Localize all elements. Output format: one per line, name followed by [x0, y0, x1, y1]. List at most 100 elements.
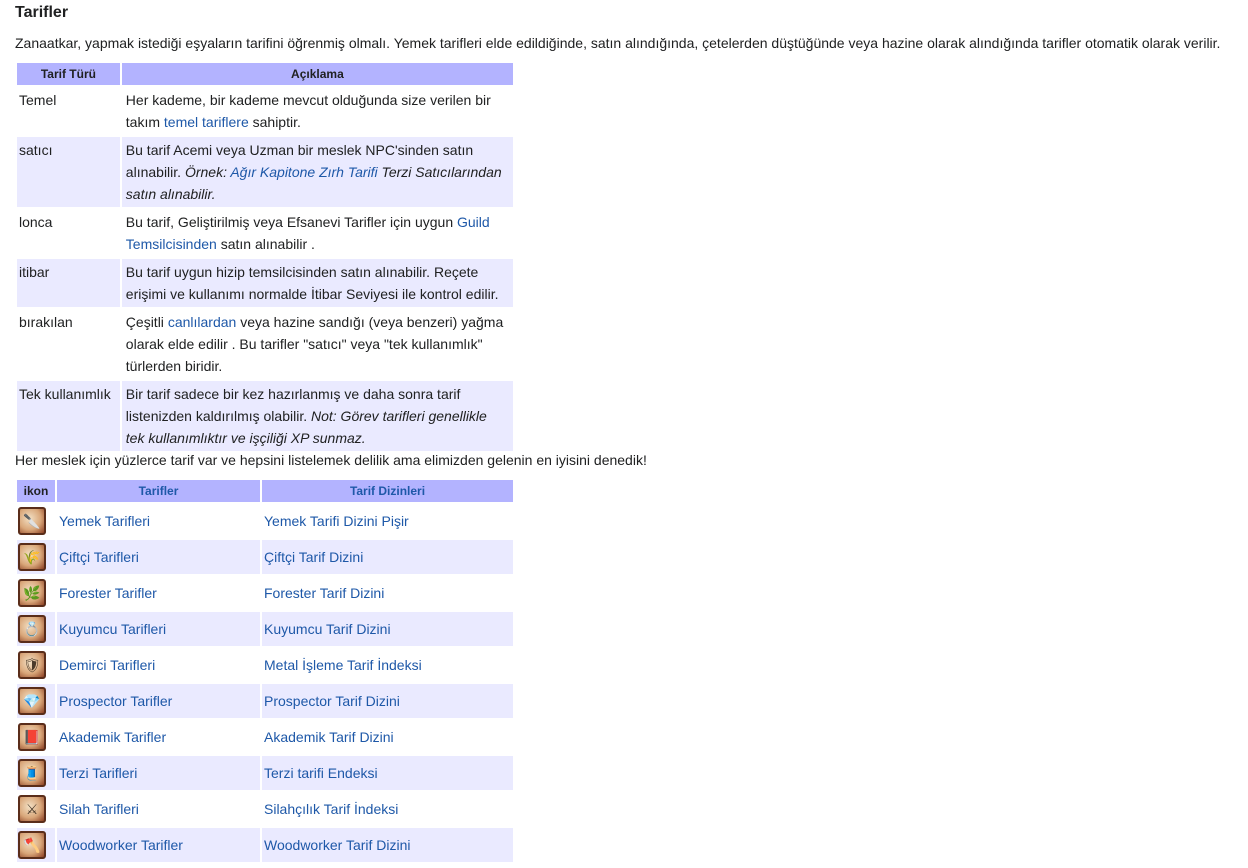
table-row: 🛡 Demirci Tarifleri Metal İşleme Tarif İnd…	[17, 648, 513, 682]
icon-cell: 💎	[17, 684, 55, 718]
recipe-cell: Yemek Tarifleri	[57, 504, 260, 538]
header-recipe-indexes[interactable]: Tarif Dizinleri	[262, 480, 513, 502]
page: Tarifler Zanaatkar, yapmak istediği eşya…	[0, 0, 1248, 862]
recipe-cell: Akademik Tarifler	[57, 720, 260, 754]
creatures-link[interactable]: canlılardan	[168, 314, 237, 330]
index-cell: Woodworker Tarif Dizini	[262, 828, 513, 862]
recipe-link[interactable]: Yemek Tarifleri	[59, 513, 150, 529]
index-cell: Çiftçi Tarif Dizini	[262, 540, 513, 574]
recipe-link[interactable]: Forester Tarifler	[59, 585, 157, 601]
recipe-cell: Prospector Tarifler	[57, 684, 260, 718]
icon-cell: 🔪	[17, 504, 55, 538]
icon-cell: 🌿	[17, 576, 55, 610]
example-label: Örnek:	[184, 164, 231, 180]
icon-cell: 💍	[17, 612, 55, 646]
table-row: 💎 Prospector Tarifler Prospector Tarif Diz…	[17, 684, 513, 718]
farming-icon[interactable]: 🌾	[18, 543, 46, 571]
description-cell: Her kademe, bir kademe mevcut olduğunda …	[122, 87, 513, 135]
index-cell: Prospector Tarif Dizini	[262, 684, 513, 718]
recipe-link[interactable]: Demirci Tarifleri	[59, 657, 155, 673]
table-row: satıcı Bu tarif Acemi veya Uzman bir mes…	[17, 137, 513, 207]
note-paragraph: Her meslek için yüzlerce tarif var ve he…	[15, 452, 647, 468]
recipe-index-link[interactable]: Silahçılık Tarif İndeksi	[264, 801, 398, 817]
table-row: Tek kullanımlık Bir tarif sadece bir kez…	[17, 381, 513, 451]
recipe-cell: Forester Tarifler	[57, 576, 260, 610]
table-row: 🌿 Forester Tarifler Forester Tarif Dizini	[17, 576, 513, 610]
heavy-quilted-armor-recipe-link[interactable]: Ağır Kapitone Zırh Tarifi	[230, 164, 377, 180]
recipe-type-cell: lonca	[19, 214, 53, 230]
recipe-index-link[interactable]: Forester Tarif Dizini	[264, 585, 384, 601]
woodworker-icon[interactable]: 🪓	[18, 831, 46, 859]
directory-rows: 🔪 Yemek Tarifleri Yemek Tarifi Dizini Pişi…	[17, 504, 513, 862]
icon-cell: 🛡	[17, 648, 55, 682]
recipe-type-cell: Tek kullanımlık	[17, 381, 120, 451]
scholar-icon[interactable]: 📕	[18, 723, 46, 751]
header-recipes[interactable]: Tarifler	[57, 480, 260, 502]
recipe-index-link[interactable]: Terzi tarifi Endeksi	[264, 765, 378, 781]
weapon-icon[interactable]: ⚔	[18, 795, 46, 823]
basic-recipes-link[interactable]: temel tariflere	[164, 114, 249, 130]
description-text: Bu tarif, Geliştirilmiş veya Efsanevi Ta…	[125, 214, 457, 230]
recipe-link[interactable]: Silah Tarifleri	[59, 801, 139, 817]
description-cell: Bir tarif sadece bir kez hazırlanmış ve …	[121, 381, 513, 451]
recipe-link[interactable]: Terzi Tarifleri	[59, 765, 137, 781]
prospector-icon[interactable]: 💎	[18, 687, 46, 715]
description-cell: Çeşitli canlılardan veya hazine sandığı …	[122, 309, 513, 379]
recipe-type-cell: bırakılan	[19, 314, 73, 330]
index-cell: Akademik Tarif Dizini	[262, 720, 513, 754]
recipe-index-link[interactable]: Prospector Tarif Dizini	[264, 693, 400, 709]
recipe-index-link[interactable]: Kuyumcu Tarif Dizini	[264, 621, 391, 637]
recipe-cell: Woodworker Tarifler	[57, 828, 260, 862]
recipe-directory-table: ikon Tarifler Tarif Dizinleri 🔪 Yemek Tar…	[15, 478, 515, 864]
description-cell: Bu tarif Acemi veya Uzman bir meslek NPC…	[121, 137, 513, 207]
forester-icon[interactable]: 🌿	[18, 579, 46, 607]
recipe-cell: Terzi Tarifleri	[57, 756, 260, 790]
table-row: bırakılan Çeşitli canlılardan veya hazin…	[17, 309, 513, 379]
recipe-type-cell: itibar	[17, 259, 120, 307]
section-heading: Tarifler	[15, 4, 69, 21]
recipe-index-link[interactable]: Çiftçi Tarif Dizini	[264, 549, 363, 565]
recipe-link[interactable]: Çiftçi Tarifleri	[59, 549, 139, 565]
table-row: 📕 Akademik Tarifler Akademik Tarif Dizini	[17, 720, 513, 754]
recipe-link[interactable]: Woodworker Tarifler	[59, 837, 183, 853]
index-cell: Silahçılık Tarif İndeksi	[262, 792, 513, 826]
recipe-cell: Çiftçi Tarifleri	[57, 540, 260, 574]
icon-cell: 🪓	[17, 828, 55, 862]
intro-paragraph: Zanaatkar, yapmak istediği eşyaların tar…	[15, 35, 1221, 51]
tailor-icon[interactable]: 🧵	[18, 759, 46, 787]
index-cell: Terzi tarifi Endeksi	[262, 756, 513, 790]
recipe-link[interactable]: Akademik Tarifler	[59, 729, 166, 745]
recipe-index-link[interactable]: Akademik Tarif Dizini	[264, 729, 394, 745]
cooking-icon[interactable]: 🔪	[18, 507, 46, 535]
description-cell: Bu tarif uygun hizip temsilcisinden satı…	[121, 259, 513, 307]
icon-cell: 🌾	[17, 540, 55, 574]
table-row: 💍 Kuyumcu Tarifleri Kuyumcu Tarif Dizini	[17, 612, 513, 646]
recipe-type-cell: Temel	[19, 92, 57, 108]
recipe-index-link[interactable]: Yemek Tarifi Dizini Pişir	[264, 513, 409, 529]
icon-cell: 🧵	[17, 756, 55, 790]
recipe-cell: Kuyumcu Tarifleri	[57, 612, 260, 646]
table-row: lonca Bu tarif, Geliştirilmiş veya Efsan…	[17, 209, 513, 257]
recipe-link[interactable]: Prospector Tarifler	[59, 693, 172, 709]
recipe-link[interactable]: Kuyumcu Tarifleri	[59, 621, 166, 637]
index-cell: Yemek Tarifi Dizini Pişir	[262, 504, 513, 538]
table-row: 🌾 Çiftçi Tarifleri Çiftçi Tarif Dizini	[17, 540, 513, 574]
recipe-cell: Silah Tarifleri	[57, 792, 260, 826]
recipe-type-cell: satıcı	[17, 137, 120, 207]
smith-icon[interactable]: 🛡	[18, 651, 46, 679]
index-cell: Forester Tarif Dizini	[262, 576, 513, 610]
table-row: 🔪 Yemek Tarifleri Yemek Tarifi Dizini Pişi…	[17, 504, 513, 538]
recipe-index-link[interactable]: Metal İşleme Tarif İndeksi	[264, 657, 422, 673]
description-text: satın alınabilir .	[216, 236, 315, 252]
recipe-cell: Demirci Tarifleri	[57, 648, 260, 682]
header-description: Açıklama	[121, 63, 513, 85]
header-icon: ikon	[17, 480, 55, 502]
table-row: 🧵 Terzi Tarifleri Terzi tarifi Endeksi	[17, 756, 513, 790]
jeweler-icon[interactable]: 💍	[18, 615, 46, 643]
table-row: itibar Bu tarif uygun hizip temsilcisind…	[17, 259, 513, 307]
table-row: ⚔ Silah Tarifleri Silahçılık Tarif İndeksi	[17, 792, 513, 826]
recipe-index-link[interactable]: Woodworker Tarif Dizini	[264, 837, 411, 853]
icon-cell: 📕	[17, 720, 55, 754]
description-cell: Bu tarif, Geliştirilmiş veya Efsanevi Ta…	[122, 209, 513, 257]
icon-cell: ⚔	[17, 792, 55, 826]
